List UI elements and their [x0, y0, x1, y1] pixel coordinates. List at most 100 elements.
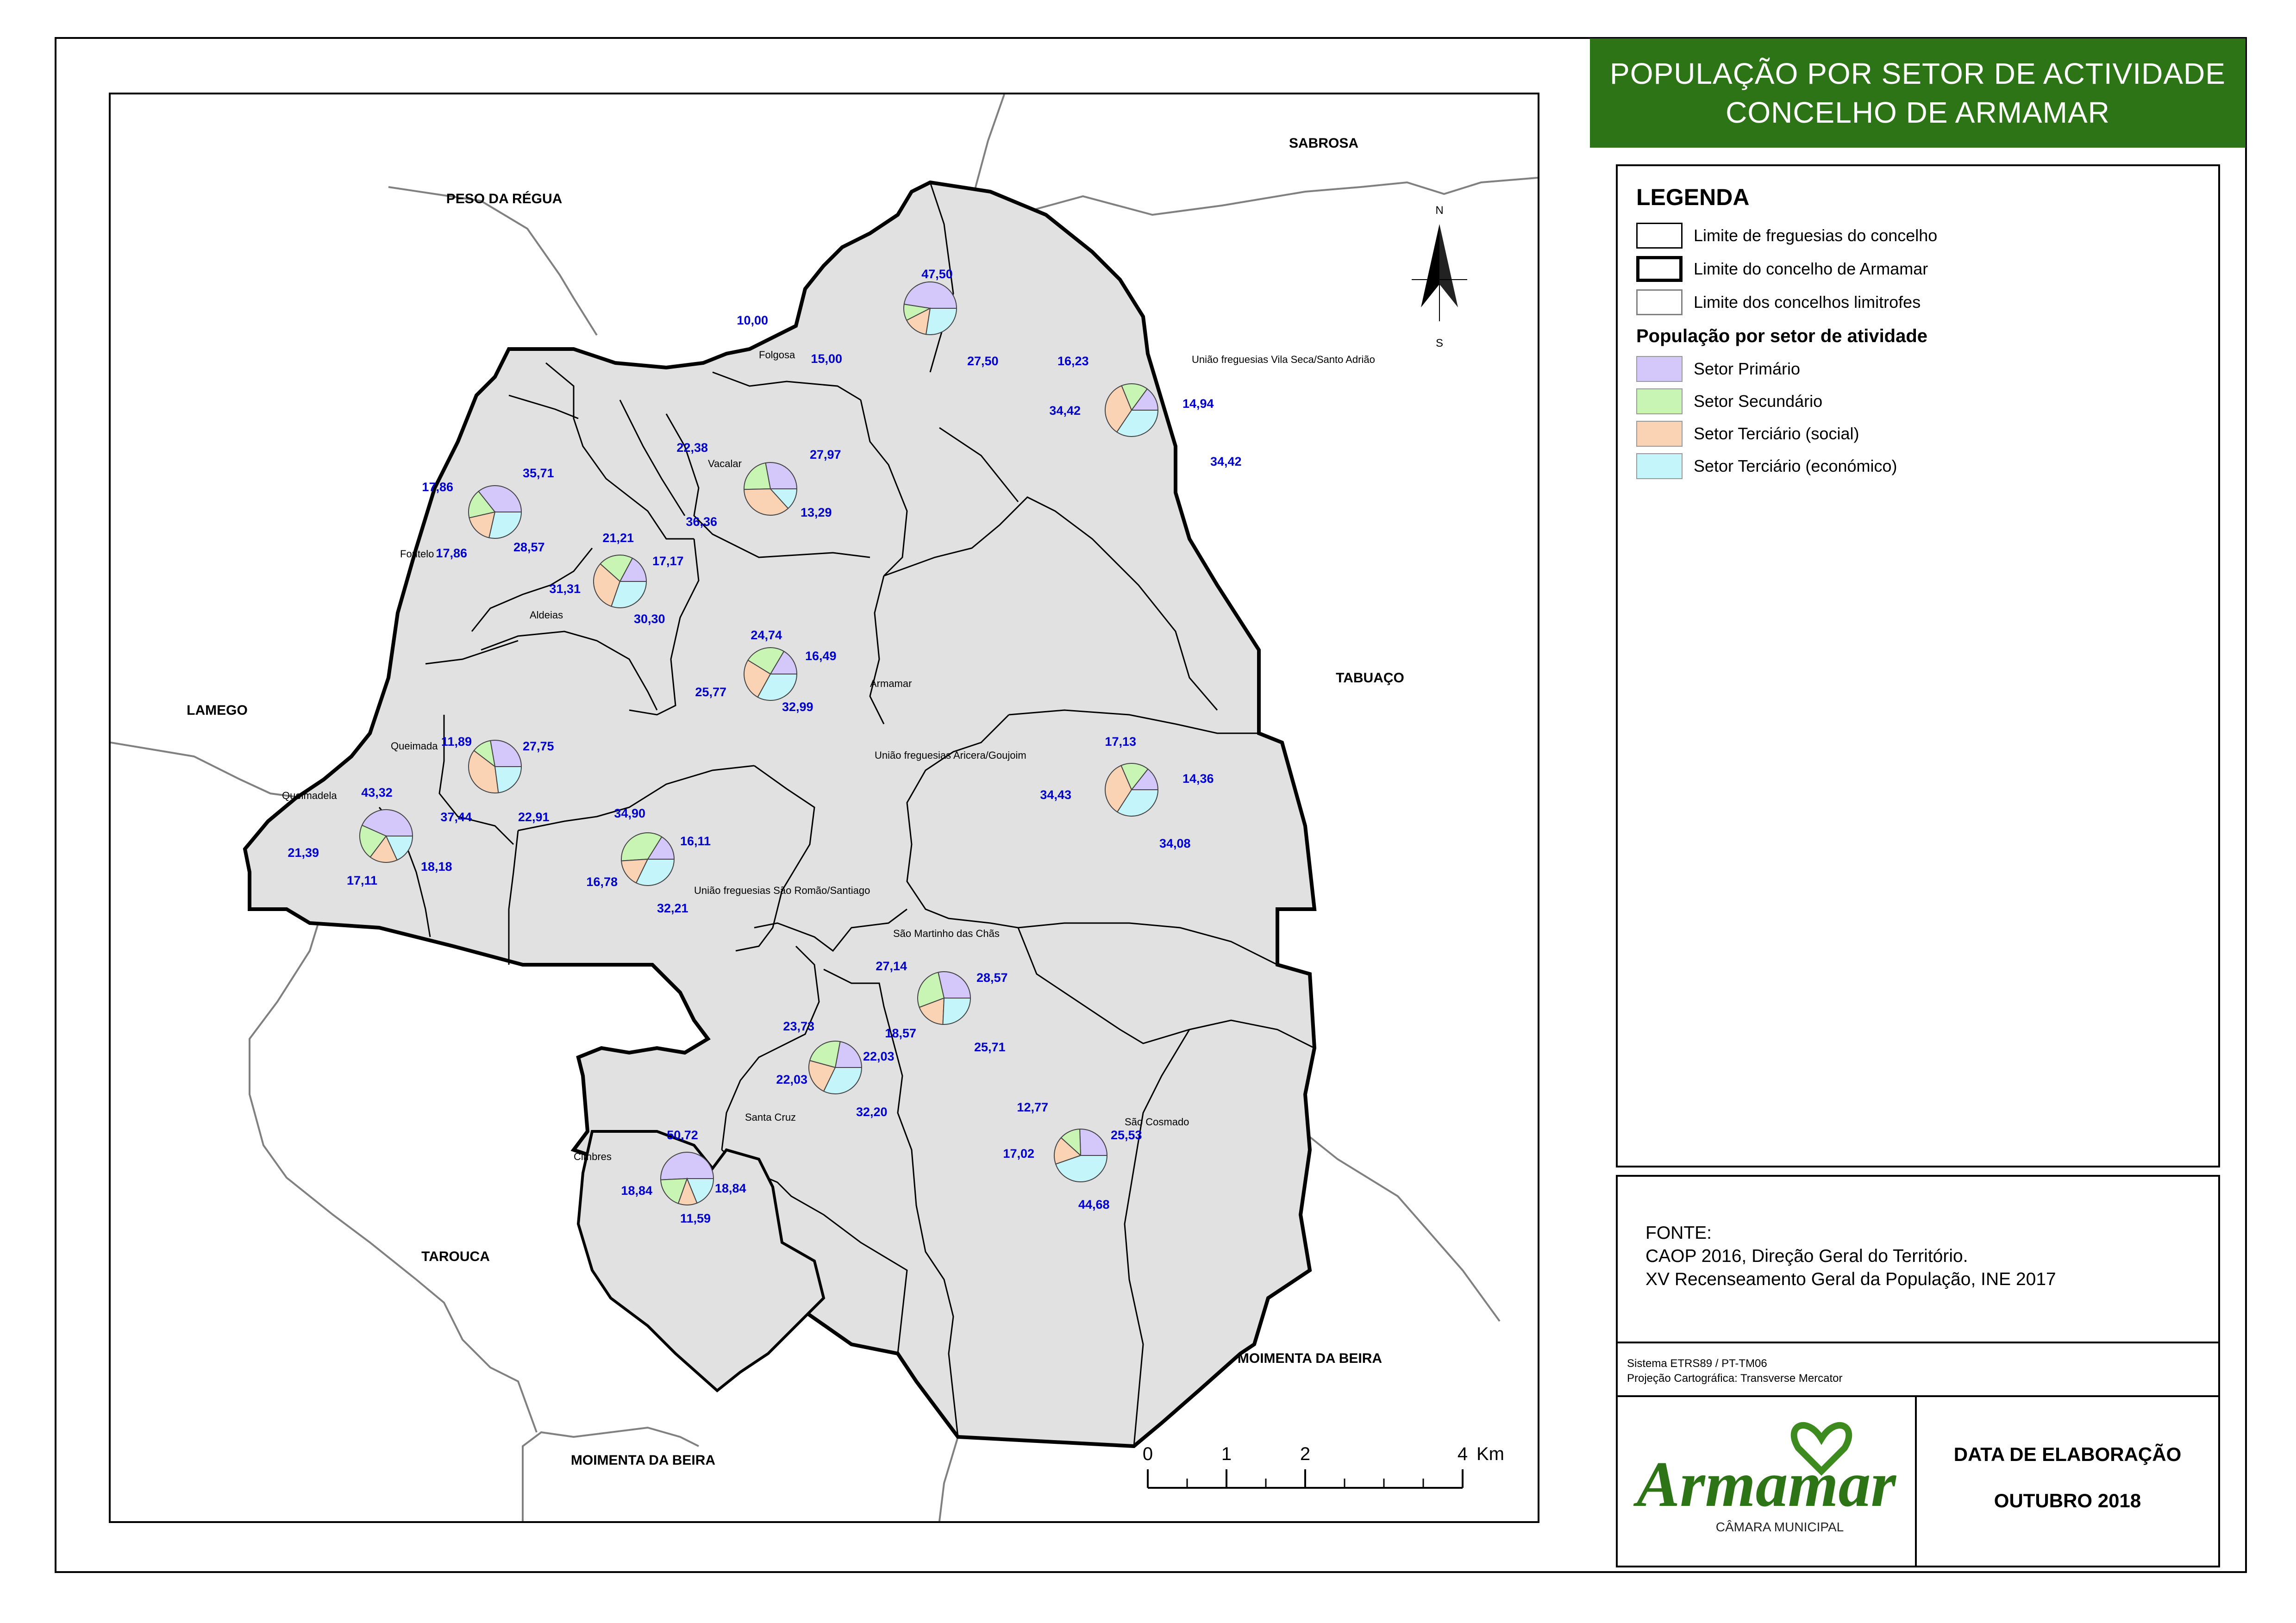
- neighbor-limit-line: [522, 1426, 699, 1521]
- armamar-logo: Armamar CÂMARA MUNICIPAL: [1633, 1422, 1897, 1534]
- legend-item-sector-tertiary-social: Setor Terciário (social): [1636, 420, 1859, 448]
- pie-value-label: 36,36: [686, 515, 717, 529]
- pie-value-label: 34,90: [614, 806, 645, 820]
- pie-value-label: 25,53: [1111, 1128, 1142, 1142]
- neighbor-label: LAMEGO: [187, 703, 248, 718]
- swatch-municipality-limit: [1636, 256, 1683, 282]
- parish-name-label: Cimbres: [574, 1151, 612, 1162]
- pie-value-label: 16,78: [586, 875, 618, 889]
- pie-value-label: 11,59: [680, 1211, 711, 1225]
- legend-heading: LEGENDA: [1636, 184, 1750, 210]
- legend-panel: LEGENDA Limite de freguesias do concelho…: [1616, 164, 2220, 1167]
- parish-name-label: Armamar: [870, 678, 912, 689]
- pie-value-label: 17,86: [436, 546, 467, 560]
- pie-value-label: 12,77: [1017, 1100, 1048, 1114]
- pie-value-label: 27,75: [523, 739, 554, 753]
- pie-value-label: 15,00: [811, 352, 842, 366]
- logo-name: Armamar: [1633, 1448, 1897, 1520]
- pie-value-label: 25,77: [695, 685, 726, 699]
- parish-name-label: União freguesias São Romão/Santiago: [694, 885, 870, 896]
- neighbor-label: MOIMENTA DA BEIRA: [1238, 1351, 1382, 1366]
- pie-value-label: 43,32: [361, 786, 393, 799]
- pie-value-label: 22,91: [518, 810, 550, 824]
- neighbor-label: SABROSA: [1289, 136, 1358, 151]
- pie-value-label: 21,21: [602, 531, 634, 545]
- swatch-sector-secondary: [1636, 388, 1683, 414]
- pie-value-label: 22,03: [863, 1049, 895, 1063]
- pie-value-label: 32,21: [657, 901, 688, 915]
- pie-value-label: 47,50: [921, 267, 953, 281]
- legend-label: Setor Terciário (económico): [1694, 456, 1897, 475]
- pie-value-label: 18,84: [715, 1181, 746, 1195]
- source-heading: FONTE:: [1645, 1223, 1712, 1243]
- legend-item-neighbor-limit: Limite dos concelhos limitrofes: [1636, 288, 1921, 316]
- legend-label: Limite dos concelhos limitrofes: [1694, 293, 1921, 312]
- parish-name-label: Queimada: [391, 740, 438, 752]
- swatch-sector-tertiary-social: [1636, 421, 1683, 447]
- pie-value-label: 28,57: [513, 540, 545, 554]
- parish-name-label: União freguesias Aricera/Goujoim: [875, 749, 1026, 761]
- neighbor-limit-line: [111, 742, 306, 799]
- date-value: OUTUBRO 2018: [1994, 1490, 2141, 1511]
- legend-label: Limite do concelho de Armamar: [1694, 259, 1928, 278]
- pie-value-label: 18,18: [421, 860, 452, 874]
- scale-label-2: 2: [1300, 1444, 1310, 1464]
- swatch-parish-limit: [1636, 223, 1683, 249]
- pie-value-label: 16,11: [680, 834, 711, 848]
- pie-value-label: 22,03: [776, 1073, 807, 1086]
- swatch-sector-tertiary-economic: [1636, 453, 1683, 479]
- scale-label-4: 4: [1458, 1444, 1468, 1464]
- coordinate-system-panel: Sistema ETRS89 / PT-TM06 Projeção Cartog…: [1616, 1342, 2220, 1397]
- legend-label: Setor Terciário (social): [1694, 424, 1859, 443]
- pie-value-label: 14,94: [1182, 397, 1214, 411]
- pie-value-label: 37,44: [440, 810, 472, 824]
- title-banner: POPULAÇÃO POR SETOR DE ACTIVIDADE CONCEL…: [1590, 38, 2246, 148]
- pie-value-label: 17,02: [1003, 1147, 1034, 1161]
- source-line-2: XV Recenseamento Geral da População, INE…: [1645, 1269, 2056, 1289]
- neighbor-limit-line: [970, 94, 1538, 216]
- date-panel: DATA DE ELABORAÇÃO OUTUBRO 2018: [1915, 1395, 2220, 1567]
- pie-value-label: 50,72: [667, 1128, 698, 1142]
- pie-value-label: 27,50: [967, 354, 999, 368]
- logo-panel: Armamar CÂMARA MUNICIPAL: [1616, 1395, 1917, 1567]
- scale-label-1: 1: [1221, 1444, 1232, 1464]
- map-frame: SABROSA PESO DA RÉGUA LAMEGO TABUAÇO TAROUCA…: [109, 93, 1539, 1523]
- parish-name-label: Vacalar: [708, 458, 742, 469]
- date-label: DATA DE ELABORAÇÃO: [1953, 1443, 2182, 1465]
- north-letter: N: [1435, 204, 1443, 217]
- pie-value-label: 34,08: [1159, 836, 1191, 850]
- source-panel: FONTE: CAOP 2016, Direção Geral do Terri…: [1616, 1175, 2220, 1343]
- pie-value-label: 17,86: [422, 480, 453, 494]
- pie-value-label: 44,68: [1078, 1198, 1110, 1211]
- pie-value-label: 16,23: [1057, 354, 1089, 368]
- scale-label-0: 0: [1143, 1444, 1153, 1464]
- parish-name-label: Aldeias: [530, 609, 563, 621]
- pie-value-label: 18,57: [885, 1026, 916, 1040]
- parish-name-label: Fontelo: [400, 548, 434, 560]
- neighbor-limit-line: [249, 890, 538, 1433]
- neighbor-label: TAROUCA: [421, 1249, 490, 1264]
- pie-value-label: 17,11: [347, 874, 377, 887]
- pie-value-label: 34,42: [1210, 455, 1242, 468]
- pie-value-label: 31,31: [549, 582, 581, 596]
- swatch-neighbor-limit: [1636, 289, 1683, 315]
- pie-value-label: 13,29: [801, 506, 832, 519]
- legend-label: Setor Primário: [1694, 359, 1801, 378]
- parish-name-label: Folgosa: [759, 349, 795, 361]
- title-line-2: CONCELHO DE ARMAMAR: [1726, 96, 2110, 129]
- south-letter: S: [1436, 337, 1443, 350]
- parish-name-label: São Martinho das Chãs: [893, 928, 1000, 939]
- pie-value-label: 17,13: [1105, 735, 1136, 749]
- neighbor-limit-line: [388, 186, 598, 336]
- pie-value-label: 25,71: [974, 1040, 1006, 1054]
- legend-item-sector-primary: Setor Primário: [1636, 355, 1800, 383]
- parish-name-label: União freguesias Vila Seca/Santo Adrião: [1192, 354, 1375, 365]
- parish-name-label: São Cosmado: [1125, 1116, 1189, 1128]
- neighbor-label: MOIMENTA DA BEIRA: [571, 1453, 715, 1468]
- pie-value-label: 23,73: [783, 1019, 814, 1033]
- legend-item-parish-limit: Limite de freguesias do concelho: [1636, 222, 1937, 250]
- legend-label: Limite de freguesias do concelho: [1694, 226, 1938, 245]
- neighbor-label: TABUAÇO: [1336, 670, 1404, 686]
- pie-value-label: 18,84: [621, 1184, 652, 1198]
- title-line-1: POPULAÇÃO POR SETOR DE ACTIVIDADE: [1610, 57, 2226, 90]
